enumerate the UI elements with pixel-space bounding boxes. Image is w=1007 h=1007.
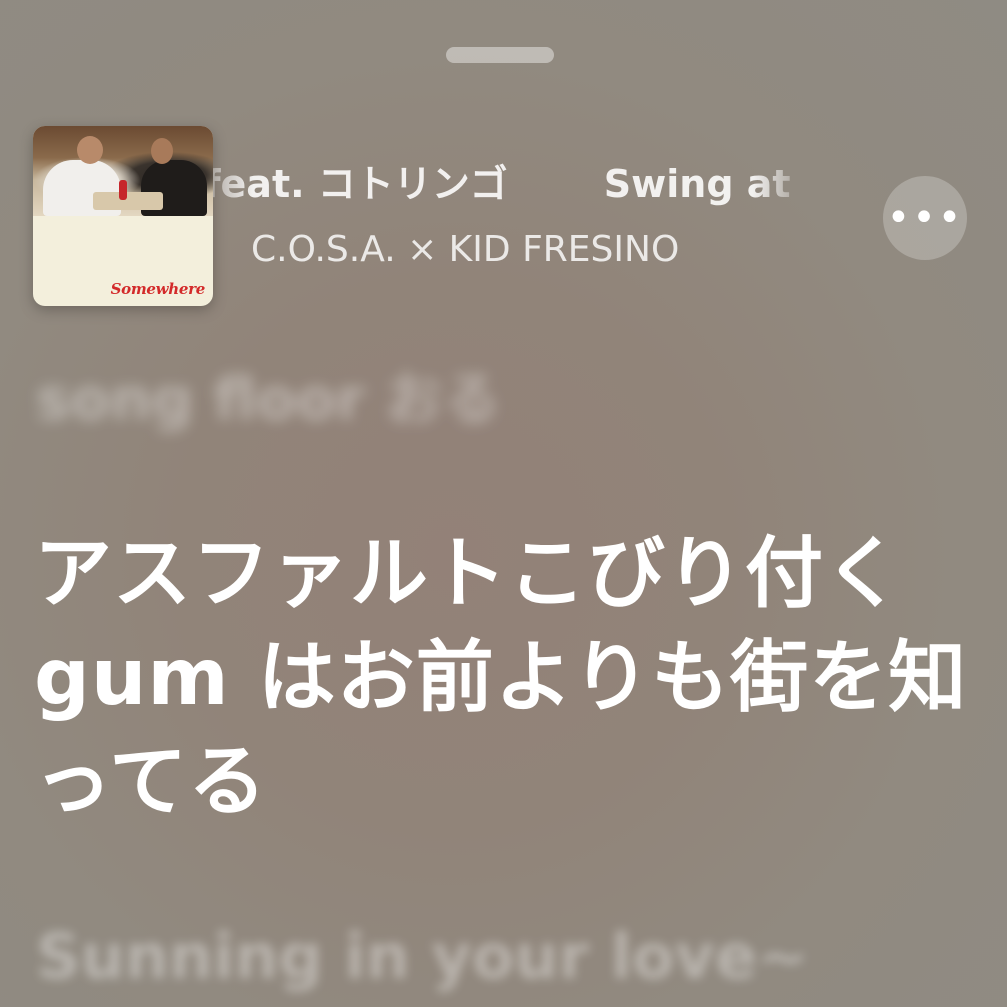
ellipsis-icon: •••	[886, 195, 964, 241]
song-title: e feat. コトリンゴ	[213, 162, 508, 206]
more-options-button[interactable]: •••	[883, 176, 967, 260]
album-photo	[33, 126, 213, 216]
song-title-repeat: Swing at	[603, 162, 791, 206]
album-logo: Somewhere	[110, 280, 206, 298]
lyric-line-next[interactable]: Sunning in your love~	[36, 920, 976, 993]
album-artwork[interactable]: Somewhere	[33, 126, 213, 306]
lyric-line-current[interactable]: アスファルトこびり付くgum はお前よりも街を知ってる	[34, 522, 979, 834]
sheet-grabber-handle[interactable]	[446, 47, 554, 63]
lyric-line-previous[interactable]: song floor おる	[36, 352, 976, 436]
song-title-marquee: e feat. コトリンゴ Swing at	[213, 155, 813, 213]
artist-name[interactable]: C.O.S.A. × KID FRESINO	[251, 226, 679, 274]
